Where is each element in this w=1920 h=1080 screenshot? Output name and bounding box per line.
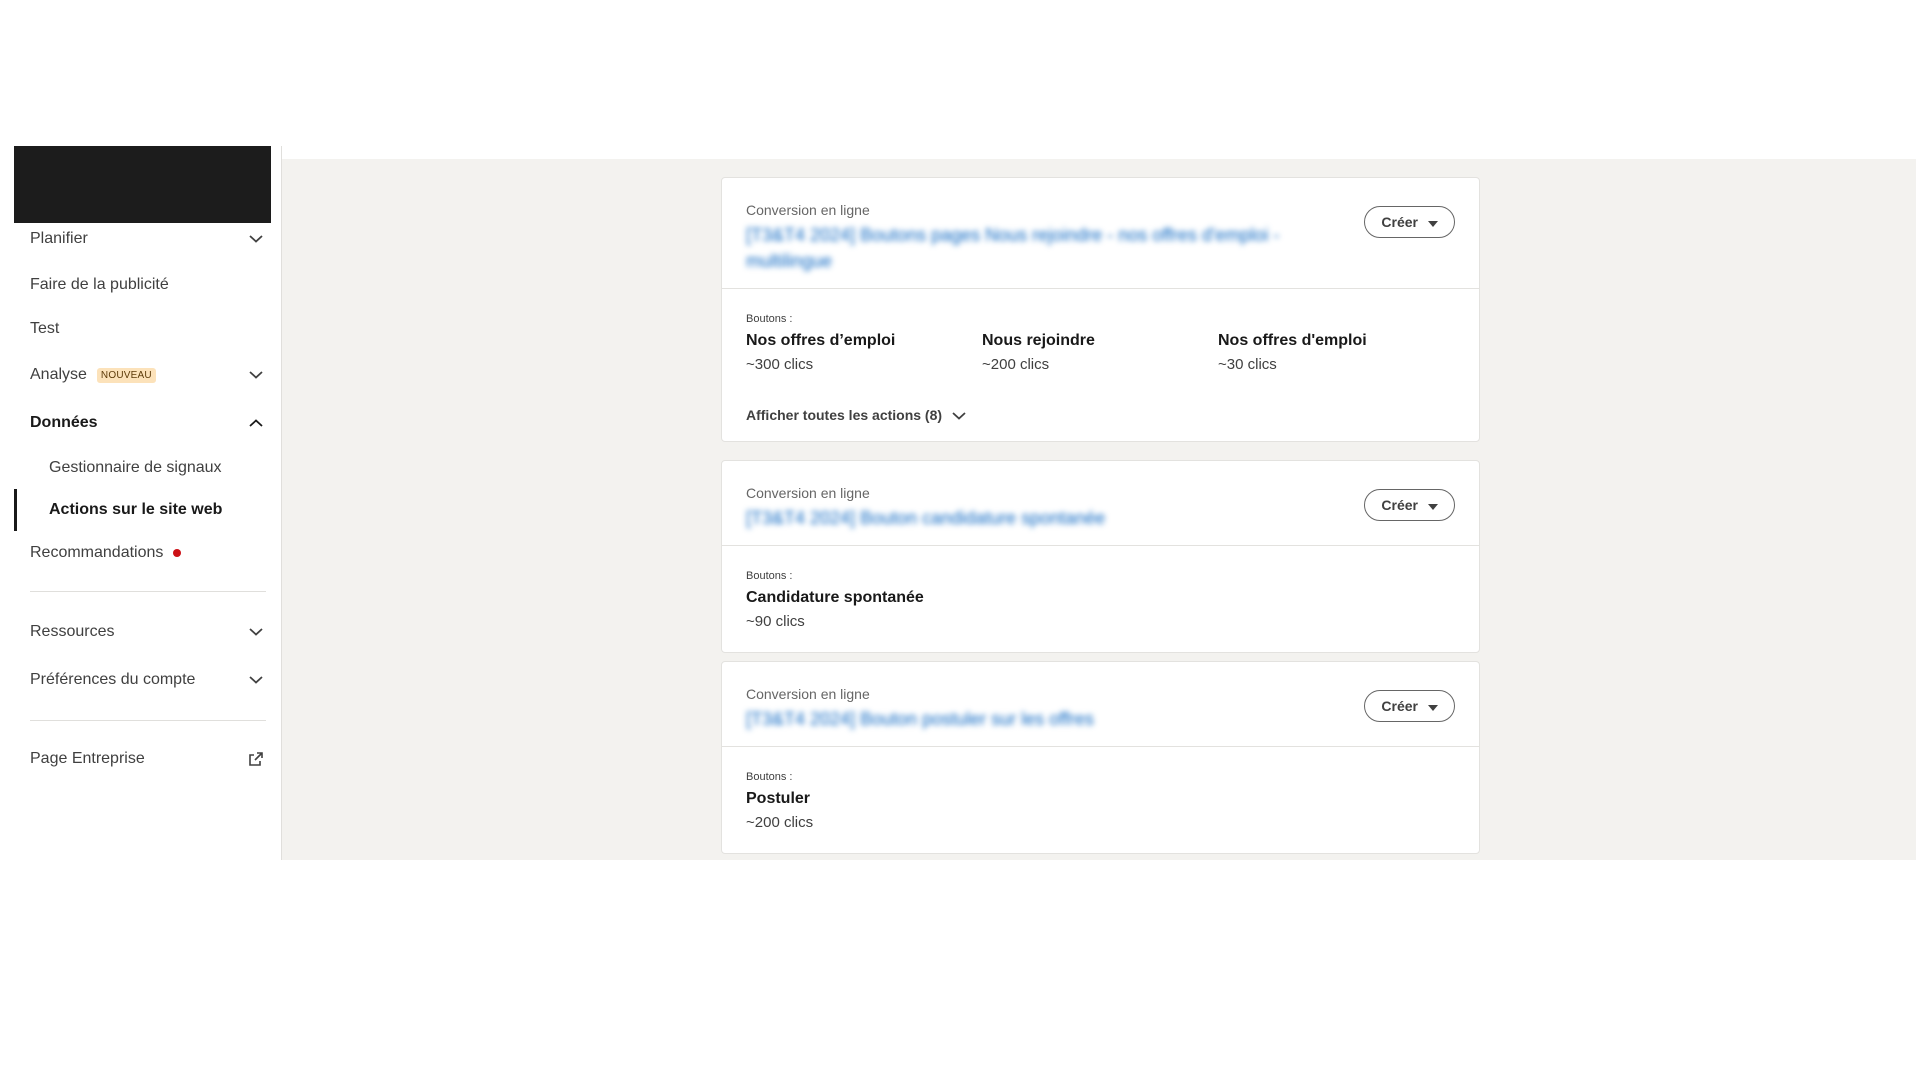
sidebar-item-faire-publicite[interactable]: Faire de la publicité (14, 271, 271, 299)
create-button[interactable]: Créer (1364, 690, 1455, 722)
sidebar-item-ressources[interactable]: Ressources (14, 618, 271, 646)
sidebar-item-label: Actions sur le site web (49, 501, 223, 518)
metric-item: Nous rejoindre ~200 clics (982, 329, 1218, 377)
metrics-list: Postuler ~200 clics (746, 787, 1455, 835)
conversion-card: Conversion en ligne [T3&T4 2024] Boutons… (721, 177, 1480, 442)
create-button-label: Créer (1381, 698, 1418, 714)
sidebar-item-label: Planifier (30, 230, 88, 247)
conversion-title[interactable]: [T3&T4 2024] Boutons pages Nous rejoindr… (746, 222, 1346, 274)
external-link-icon (247, 750, 265, 768)
card-body: Boutons : Nos offres d’emploi ~300 clics… (722, 289, 1479, 441)
card-body: Boutons : Postuler ~200 clics (722, 747, 1479, 853)
metric-value: ~200 clics (982, 356, 1050, 373)
metric-name: Postuler (746, 790, 811, 807)
conversion-card: Conversion en ligne [T3&T4 2024] Bouton … (721, 460, 1480, 653)
caret-down-icon (1428, 698, 1438, 714)
metric-item: Candidature spontanée ~90 clics (746, 586, 982, 634)
sidebar-item-label: Gestionnaire de signaux (49, 459, 222, 476)
conversion-type: Conversion en ligne (746, 485, 870, 501)
metric-item: Postuler ~200 clics (746, 787, 982, 835)
conversion-type: Conversion en ligne (746, 202, 870, 218)
buttons-label: Boutons : (746, 570, 793, 582)
card-body: Boutons : Candidature spontanée ~90 clic… (722, 546, 1479, 652)
sidebar-item-actions-site-web[interactable]: Actions sur le site web (14, 496, 271, 524)
chevron-down-icon (952, 407, 966, 423)
chevron-down-icon (247, 671, 265, 689)
show-all-actions-toggle[interactable]: Afficher toutes les actions (8) (746, 407, 1455, 423)
sidebar-item-gestionnaire-signaux[interactable]: Gestionnaire de signaux (14, 454, 271, 482)
metric-value: ~200 clics (746, 814, 814, 831)
buttons-label: Boutons : (746, 771, 793, 783)
sidebar-item-label: Page Entreprise (30, 750, 145, 767)
conversion-type: Conversion en ligne (746, 686, 870, 702)
chevron-up-icon (247, 414, 265, 432)
caret-down-icon (1428, 497, 1438, 513)
create-button-label: Créer (1381, 214, 1418, 230)
sidebar-item-analyse[interactable]: Analyse NOUVEAU (14, 361, 271, 389)
sidebar-item-label: Faire de la publicité (30, 276, 169, 293)
sidebar-item-page-entreprise[interactable]: Page Entreprise (14, 745, 271, 773)
sidebar-item-test[interactable]: Test (14, 315, 271, 343)
card-header: Conversion en ligne [T3&T4 2024] Bouton … (722, 662, 1479, 747)
show-all-label: Afficher toutes les actions (8) (746, 407, 943, 423)
sidebar-item-label: Analyse (30, 366, 87, 383)
create-button-label: Créer (1381, 497, 1418, 513)
sidebar-divider (30, 591, 266, 592)
create-button[interactable]: Créer (1364, 206, 1455, 238)
metric-name: Candidature spontanée (746, 589, 924, 606)
metric-item: Nos offres d'emploi ~30 clics (1218, 329, 1454, 377)
metric-value: ~90 clics (746, 613, 805, 630)
sidebar: Planifier Faire de la publicité Test Ana… (14, 146, 282, 860)
conversion-title[interactable]: [T3&T4 2024] Bouton postuler sur les off… (746, 706, 1346, 732)
sidebar-item-label: Ressources (30, 623, 115, 640)
metric-name: Nos offres d’emploi (746, 332, 896, 349)
sidebar-item-preferences-compte[interactable]: Préférences du compte (14, 666, 271, 694)
sidebar-item-label: Données (30, 414, 98, 431)
main-content: Conversion en ligne [T3&T4 2024] Boutons… (282, 159, 1916, 860)
metrics-list: Candidature spontanée ~90 clics (746, 586, 1455, 634)
sidebar-item-planifier[interactable]: Planifier (14, 225, 271, 253)
chevron-down-icon (247, 230, 265, 248)
conversion-card: Conversion en ligne [T3&T4 2024] Bouton … (721, 661, 1480, 854)
sidebar-divider (30, 720, 266, 721)
notification-dot (173, 549, 182, 557)
account-logo-redacted (14, 146, 271, 223)
chevron-down-icon (247, 366, 265, 384)
conversion-title[interactable]: [T3&T4 2024] Bouton candidature spontané… (746, 505, 1346, 531)
chevron-down-icon (247, 623, 265, 641)
metrics-list: Nos offres d’emploi ~300 clics Nous rejo… (746, 329, 1455, 377)
sidebar-item-recommandations[interactable]: Recommandations (14, 539, 271, 567)
sidebar-item-label: Préférences du compte (30, 671, 196, 688)
sidebar-item-donnees[interactable]: Données (14, 409, 271, 437)
metric-item: Nos offres d’emploi ~300 clics (746, 329, 982, 377)
metric-value: ~30 clics (1218, 356, 1277, 373)
caret-down-icon (1428, 214, 1438, 230)
card-header: Conversion en ligne [T3&T4 2024] Boutons… (722, 178, 1479, 289)
create-button[interactable]: Créer (1364, 489, 1455, 521)
new-badge: NOUVEAU (96, 367, 156, 383)
sidebar-item-label: Test (30, 320, 60, 337)
metric-name: Nous rejoindre (982, 332, 1095, 349)
card-header: Conversion en ligne [T3&T4 2024] Bouton … (722, 461, 1479, 546)
buttons-label: Boutons : (746, 313, 793, 325)
sidebar-item-label: Recommandations (30, 544, 164, 561)
metric-value: ~300 clics (746, 356, 814, 373)
metric-name: Nos offres d'emploi (1218, 332, 1367, 349)
